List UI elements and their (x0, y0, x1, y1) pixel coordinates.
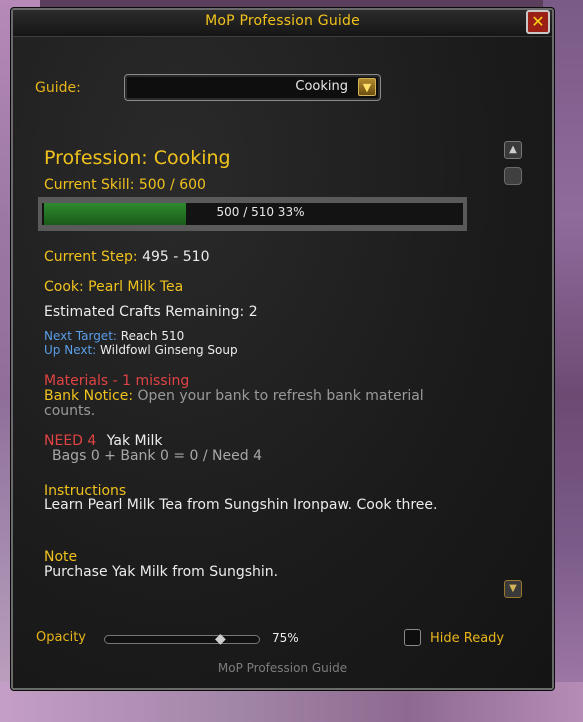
step-value: 495 - 510 (142, 249, 210, 265)
opacity-slider[interactable]: ◆ (104, 631, 260, 647)
up-next-label: Up Next: (44, 343, 97, 357)
progress-text: 500 / 510 33% (216, 205, 305, 219)
bank-notice-label: Bank Notice: (44, 388, 134, 404)
next-target-label: Next Target: (44, 329, 117, 343)
scroll-up-button[interactable]: ▲ (504, 141, 522, 159)
bank-notice: Bank Notice: Open your bank to refresh b… (44, 389, 454, 419)
guide-content: Guide: Cooking ▼ Profession: Cooking Cur… (13, 37, 552, 688)
scrollbar-thumb[interactable] (504, 167, 522, 185)
slider-handle-icon[interactable]: ◆ (215, 630, 226, 648)
instructions-text: Learn Pearl Milk Tea from Sungshin Ironp… (44, 497, 438, 513)
scroll-down-button[interactable]: ▼ (504, 580, 522, 598)
profession-heading: Profession: Cooking (44, 147, 231, 169)
hide-ready-label[interactable]: Hide Ready (430, 631, 504, 646)
current-step: Current Step: 495 - 510 (44, 249, 209, 265)
up-next: Up Next: Wildfowl Ginseng Soup (44, 343, 238, 357)
guide-window: MoP Profession Guide ✕ Guide: Cooking ▼ … (11, 8, 554, 690)
need-count: NEED 4 (44, 433, 97, 449)
need-line: NEED 4 Yak Milk (44, 433, 163, 449)
materials-header: Materials - 1 missing (44, 373, 190, 389)
window-title: MoP Profession Guide (205, 13, 360, 29)
close-button[interactable]: ✕ (526, 10, 550, 34)
note-header: Note (44, 549, 78, 565)
hide-ready-checkbox[interactable] (404, 629, 421, 646)
step-label: Current Step: (44, 249, 138, 265)
need-item: Yak Milk (106, 433, 163, 449)
next-target: Next Target: Reach 510 (44, 329, 184, 343)
next-target-value: Reach 510 (120, 329, 185, 343)
skill-progress-bar: 500 / 510 33% (38, 197, 467, 231)
material-counts: Bags 0 + Bank 0 = 0 / Need 4 (52, 448, 262, 464)
estimated-crafts: Estimated Crafts Remaining: 2 (44, 304, 258, 320)
progress-track: 500 / 510 33% (42, 203, 463, 225)
guide-selected-value: Cooking (295, 79, 348, 94)
guide-dropdown[interactable]: Cooking ▼ (124, 74, 381, 101)
cook-target: Cook: Pearl Milk Tea (44, 279, 184, 295)
up-next-value: Wildfowl Ginseng Soup (100, 343, 238, 357)
current-skill: Current Skill: 500 / 600 (44, 177, 206, 193)
opacity-value: 75% (272, 631, 299, 645)
dropdown-arrow-icon[interactable]: ▼ (358, 78, 376, 96)
note-text: Purchase Yak Milk from Sungshin. (44, 564, 279, 580)
guide-label: Guide: (35, 80, 81, 96)
footer-title: MoP Profession Guide (217, 661, 348, 675)
title-bar[interactable]: MoP Profession Guide ✕ (13, 10, 552, 37)
opacity-label: Opacity (36, 630, 87, 645)
close-icon: ✕ (531, 12, 545, 31)
